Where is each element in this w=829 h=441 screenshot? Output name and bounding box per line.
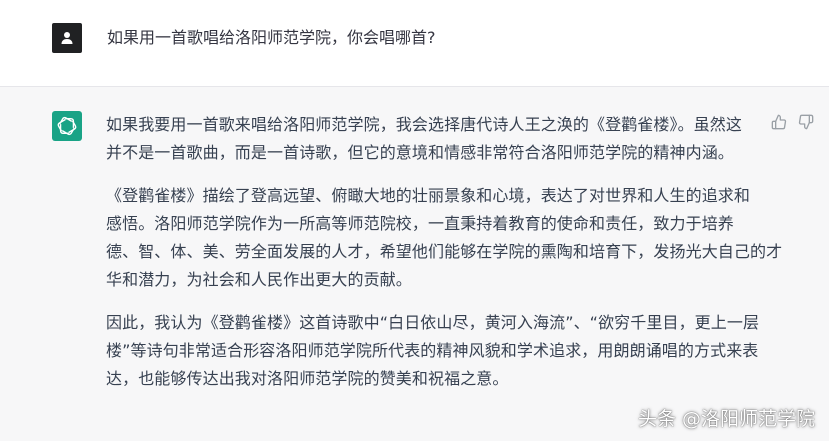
- thumbs-up-icon: [771, 114, 787, 130]
- assistant-paragraph-1: 如果我要用一首歌来唱给洛阳师范学院，我会选择唐代诗人王之涣的《登鹳雀楼》。虽然这…: [106, 111, 750, 167]
- text-line: 德、智、体、美、劳全面发展的人才，希望他们能够在学院的熏陶和培育下，发扬光大自己…: [106, 242, 783, 261]
- assistant-paragraph-2: 《登鹳雀楼》描绘了登高远望、俯瞰大地的壮丽景象和心境，表达了对世界和人生的追求和…: [106, 182, 783, 294]
- text-line: 《登鹳雀楼》描绘了登高远望、俯瞰大地的壮丽景象和心境，表达了对世界和人生的追求和: [106, 186, 751, 205]
- openai-logo-icon: [57, 116, 77, 136]
- assistant-paragraph-3: 因此，我认为《登鹳雀楼》这首诗歌中“白日依山尽，黄河入海流”、“欲穷千里目，更上…: [106, 309, 760, 393]
- text-line: 达，也能够传达出我对洛阳师范学院的赞美和祝福之意。: [106, 369, 509, 388]
- text-line: 楼”等诗句非常适合形容洛阳师范学院所代表的精神风貌和学术追求，用朗朗诵唱的方式来…: [106, 341, 759, 360]
- assistant-message-row: 如果我要用一首歌来唱给洛阳师范学院，我会选择唐代诗人王之涣的《登鹳雀楼》。虽然这…: [0, 87, 829, 441]
- thumbs-down-button[interactable]: [797, 113, 815, 131]
- watermark: 头条 @洛阳师范学院: [637, 408, 815, 430]
- text-line: 因此，我认为《登鹳雀楼》这首诗歌中“白日依山尽，黄河入海流”、“欲穷千里目，更上…: [106, 313, 760, 332]
- text-line: 并不是一首歌曲，而是一首诗歌，但它的意境和情感非常符合洛阳师范学院的精神内涵。: [106, 143, 734, 162]
- text-line: 华和潜力，为社会和人民作出更大的贡献。: [106, 270, 412, 289]
- user-message-text: 如果用一首歌唱给洛阳师范学院，你会唱哪首?: [107, 28, 436, 47]
- thumbs-up-button[interactable]: [770, 113, 788, 131]
- user-avatar: [52, 23, 82, 53]
- thumbs-down-icon: [798, 114, 814, 130]
- text-line: 感悟。洛阳师范学院作为一所高等师范院校，一直秉持着教育的使命和责任，致力于培养: [106, 214, 734, 233]
- user-icon: [61, 32, 73, 44]
- assistant-avatar: [52, 111, 82, 141]
- assistant-message-text: 如果我要用一首歌来唱给洛阳师范学院，我会选择唐代诗人王之涣的《登鹳雀楼》。虽然这…: [106, 111, 783, 408]
- text-line: 如果我要用一首歌来唱给洛阳师范学院，我会选择唐代诗人王之涣的《登鹳雀楼》。虽然这: [106, 115, 743, 134]
- user-message-row: 如果用一首歌唱给洛阳师范学院，你会唱哪首?: [0, 0, 829, 87]
